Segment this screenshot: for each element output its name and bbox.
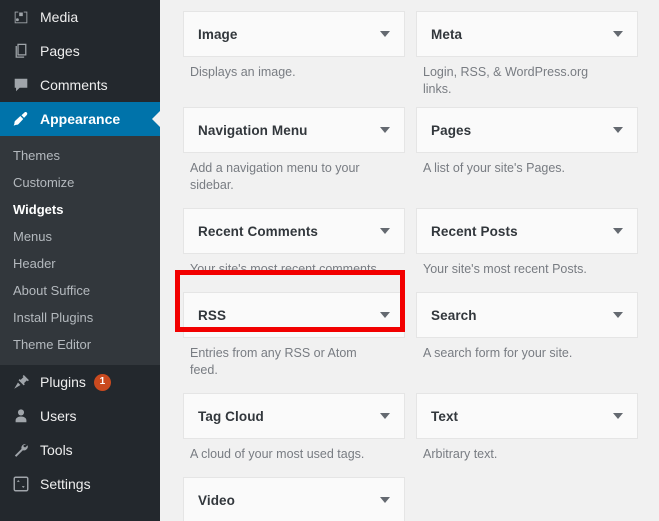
widget-cell-video: Video [183, 477, 405, 521]
widget-description: A list of your site's Pages. [423, 161, 566, 175]
widget-cell-text: Text Arbitrary text. [416, 393, 638, 477]
sidebar-item-label: Pages [40, 43, 80, 59]
wordpress-admin-screen: Media Pages Comments Appearance Themes C… [0, 0, 659, 521]
sidebar-item-plugins[interactable]: Plugins 1 [0, 365, 160, 399]
widget-card-pages[interactable]: Pages [416, 107, 638, 153]
widget-description: A cloud of your most used tags. [190, 447, 365, 461]
sidebar-item-widgets[interactable]: Widgets [0, 196, 160, 223]
widget-card-rss[interactable]: RSS [183, 292, 405, 338]
users-icon [11, 406, 31, 426]
sidebar-item-settings[interactable]: Settings [0, 467, 160, 501]
chevron-down-icon[interactable] [380, 228, 390, 234]
widget-title: Meta [431, 26, 463, 42]
sidebar-item-media[interactable]: Media [0, 0, 160, 34]
appearance-submenu: Themes Customize Widgets Menus Header Ab… [0, 136, 160, 365]
appearance-brush-icon [11, 109, 31, 129]
widget-card-meta[interactable]: Meta [416, 11, 638, 57]
plugin-icon [11, 372, 31, 392]
widget-description: Entries from any RSS or Atom feed. [190, 346, 357, 377]
widget-card-recent-posts[interactable]: Recent Posts [416, 208, 638, 254]
widget-cell-image: Image Displays an image. [183, 11, 405, 107]
settings-sliders-icon [11, 474, 31, 494]
widget-card-search[interactable]: Search [416, 292, 638, 338]
sidebar-item-customize[interactable]: Customize [0, 169, 160, 196]
widget-title: Pages [431, 122, 472, 138]
pages-icon [11, 41, 31, 61]
widget-description: Your site's most recent comments. [190, 262, 381, 276]
widget-title: Search [431, 307, 477, 323]
chevron-down-icon[interactable] [613, 31, 623, 37]
widget-card-navigation-menu[interactable]: Navigation Menu [183, 107, 405, 153]
widget-cell-navigation-menu: Navigation Menu Add a navigation menu to… [183, 107, 405, 208]
widget-cell-rss: RSS Entries from any RSS or Atom feed. [183, 292, 405, 393]
chevron-down-icon[interactable] [613, 228, 623, 234]
widget-cell-recent-posts: Recent Posts Your site's most recent Pos… [416, 208, 638, 292]
sidebar-item-label: Plugins [40, 374, 86, 390]
widget-cell-recent-comments: Recent Comments Your site's most recent … [183, 208, 405, 292]
sidebar-item-theme-editor[interactable]: Theme Editor [0, 331, 160, 358]
sidebar-item-label: Tools [40, 442, 73, 458]
sidebar-item-label: Settings [40, 476, 91, 492]
media-icon [11, 7, 31, 27]
widget-description: Your site's most recent Posts. [423, 262, 587, 276]
chevron-down-icon[interactable] [380, 31, 390, 37]
widget-description: Login, RSS, & WordPress.org links. [423, 65, 589, 96]
sidebar-item-users[interactable]: Users [0, 399, 160, 433]
widget-description: Add a navigation menu to your sidebar. [190, 161, 360, 192]
widget-title: Recent Comments [198, 223, 319, 239]
sidebar-item-comments[interactable]: Comments [0, 68, 160, 102]
plugins-update-badge: 1 [93, 373, 111, 391]
sidebar-item-header[interactable]: Header [0, 250, 160, 277]
sidebar-item-label: Comments [40, 77, 108, 93]
chevron-down-icon[interactable] [380, 127, 390, 133]
available-widgets-panel: Image Displays an image. Meta Login, RSS… [160, 0, 659, 521]
sidebar-item-label: Appearance [40, 111, 121, 127]
widget-title: Video [198, 492, 236, 508]
widget-card-video[interactable]: Video [183, 477, 405, 521]
widget-card-recent-comments[interactable]: Recent Comments [183, 208, 405, 254]
widget-title: Recent Posts [431, 223, 518, 239]
chevron-down-icon[interactable] [380, 312, 390, 318]
widget-cell-meta: Meta Login, RSS, & WordPress.org links. [416, 11, 638, 107]
sidebar-item-appearance[interactable]: Appearance [0, 102, 160, 136]
widget-cell-tag-cloud: Tag Cloud A cloud of your most used tags… [183, 393, 405, 477]
admin-sidebar-menu: Media Pages Comments Appearance Themes C… [0, 0, 160, 521]
sidebar-item-menus[interactable]: Menus [0, 223, 160, 250]
sidebar-item-tools[interactable]: Tools [0, 433, 160, 467]
widget-cell-search: Search A search form for your site. [416, 292, 638, 393]
sidebar-item-themes[interactable]: Themes [0, 142, 160, 169]
widget-card-tag-cloud[interactable]: Tag Cloud [183, 393, 405, 439]
widget-title: Text [431, 408, 459, 424]
widget-cell-pages: Pages A list of your site's Pages. [416, 107, 638, 208]
sidebar-item-pages[interactable]: Pages [0, 34, 160, 68]
widget-title: Navigation Menu [198, 122, 308, 138]
widget-card-image[interactable]: Image [183, 11, 405, 57]
comments-icon [11, 75, 31, 95]
widget-description: Displays an image. [190, 65, 296, 79]
widget-description: Arbitrary text. [423, 447, 498, 461]
widget-description: A search form for your site. [423, 346, 573, 360]
widget-title: Image [198, 26, 238, 42]
chevron-down-icon[interactable] [613, 127, 623, 133]
widget-card-text[interactable]: Text [416, 393, 638, 439]
tools-wrench-icon [11, 440, 31, 460]
chevron-down-icon[interactable] [613, 413, 623, 419]
widget-grid: Image Displays an image. Meta Login, RSS… [183, 11, 649, 521]
widget-title: RSS [198, 307, 227, 323]
sidebar-item-label: Users [40, 408, 77, 424]
chevron-down-icon[interactable] [613, 312, 623, 318]
widget-title: Tag Cloud [198, 408, 264, 424]
sidebar-item-label: Media [40, 9, 79, 25]
chevron-down-icon[interactable] [380, 497, 390, 503]
sidebar-item-install-plugins[interactable]: Install Plugins [0, 304, 160, 331]
sidebar-item-about-suffice[interactable]: About Suffice [0, 277, 160, 304]
chevron-down-icon[interactable] [380, 413, 390, 419]
